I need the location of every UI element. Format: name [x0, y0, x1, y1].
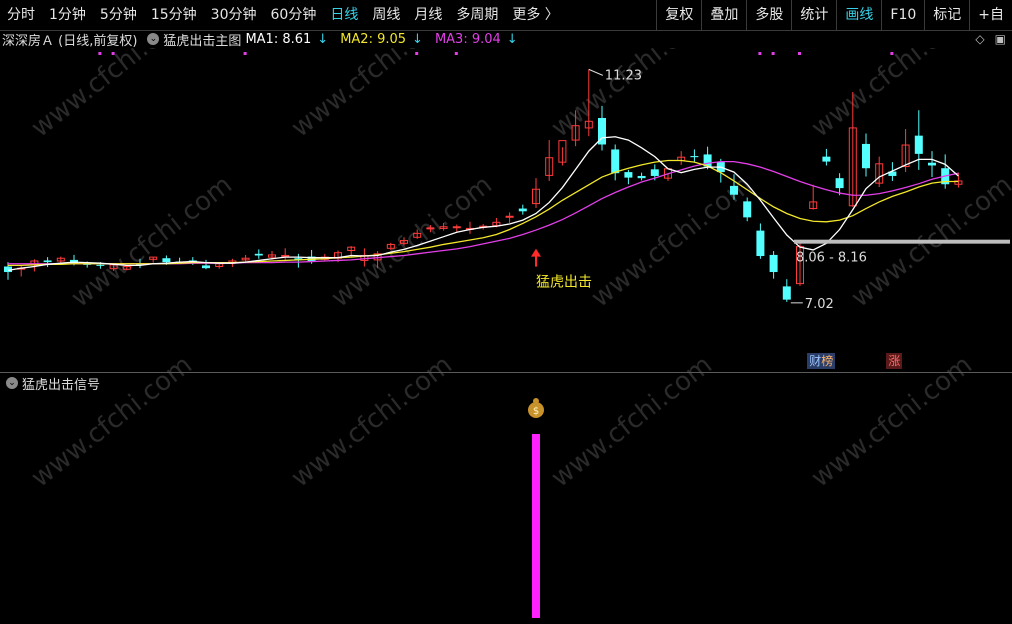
watermark-layer: www.cfchi.com www.cfchi.com www.cfchi.com w… — [26, 48, 1012, 494]
ma3-value: MA3: 9.04 — [434, 31, 501, 47]
signal-bar — [532, 434, 540, 618]
tab-1min[interactable]: 1分钟 — [42, 0, 93, 30]
candle-body-down — [162, 258, 171, 263]
overlay-button[interactable]: 叠加 — [701, 0, 746, 30]
low-price-label: 7.02 — [805, 297, 834, 312]
tab-15min[interactable]: 15分钟 — [144, 0, 204, 30]
right-toolbar: 复权 叠加 多股 统计 画线 F10 标记 +自 — [656, 0, 1012, 30]
top-dot — [415, 52, 419, 55]
candle-body-down — [822, 156, 831, 162]
candle-body-down — [518, 208, 527, 212]
top-dot — [454, 52, 458, 55]
candle-body-down — [624, 172, 633, 178]
candle-body-down — [743, 201, 752, 218]
candle-body-down — [202, 265, 210, 269]
candle-body-down — [43, 260, 52, 263]
ma2-value: MA2: 9.05 — [340, 31, 407, 47]
candle-body-up — [452, 226, 461, 229]
stock-name: 深深房Ａ (日线,前复权) — [2, 33, 138, 49]
statistics-button[interactable]: 统计 — [791, 0, 836, 30]
red-up-arrow-icon — [531, 248, 541, 267]
candle-body-down — [835, 178, 844, 189]
candle-body-down — [650, 169, 659, 176]
candle-body-down — [690, 156, 699, 158]
candle-body-down — [862, 143, 870, 169]
candle-body-down — [782, 286, 791, 300]
adjust-button[interactable]: 复权 — [656, 0, 701, 30]
candle-body-down — [637, 175, 646, 179]
candle-body-down — [611, 149, 620, 174]
candle-body-down — [769, 254, 778, 273]
draw-line-button[interactable]: 画线 — [836, 0, 881, 30]
f10-button[interactable]: F10 — [881, 0, 924, 30]
high-price-label: 11.23 — [605, 68, 642, 83]
watermark-text: www.cfchi.com — [26, 48, 198, 144]
arrow-down-icon: ↓ — [317, 31, 329, 47]
candle-body-down — [756, 230, 765, 257]
watermark-text: www.cfchi.com — [806, 48, 978, 144]
candlestick-chart[interactable]: www.cfchi.com www.cfchi.com www.cfchi.com w… — [0, 48, 1012, 624]
tag-cai-badge[interactable]: 财榜 — [807, 353, 836, 369]
tab-fenshi[interactable]: 分时 — [0, 0, 42, 30]
ma1-value: MA1: 8.61 — [245, 31, 312, 47]
indicator-info-bar: 深深房Ａ (日线,前复权) ⌄ 猛虎出击主图 MA1: 8.61 ↓ MA2: 9… — [0, 30, 1012, 49]
arrow-down-icon: ↓ — [412, 31, 423, 47]
top-toolbar: 分时 1分钟 5分钟 15分钟 30分钟 60分钟 日线 周线 月线 多周期 更… — [0, 0, 1012, 31]
tab-60min[interactable]: 60分钟 — [264, 0, 324, 30]
window-controls: ◇ ▣ — [975, 32, 1006, 46]
tab-monthly[interactable]: 月线 — [407, 0, 449, 30]
top-dot — [758, 52, 762, 55]
range-line — [794, 239, 1010, 244]
top-dot — [798, 52, 801, 55]
candle-body-down — [730, 185, 738, 195]
range-line-layer — [794, 239, 1010, 244]
arrow-head — [531, 248, 541, 257]
top-dot — [771, 52, 775, 55]
tag-zhang-badge[interactable]: 涨 — [886, 353, 903, 369]
range-price-label: 8.06 - 8.16 — [796, 251, 867, 266]
sub-indicator-header: ⌄ 猛虎出击信号 — [0, 372, 1012, 393]
top-dot — [243, 52, 247, 55]
tag-cai: 财 — [809, 354, 822, 368]
tab-daily[interactable]: 日线 — [323, 0, 365, 30]
watermark-text: www.cfchi.com — [326, 170, 498, 314]
multi-stock-button[interactable]: 多股 — [746, 0, 791, 30]
candle-body-down — [254, 253, 263, 256]
dollar-sign: $ — [533, 406, 539, 417]
candle-body-up — [426, 227, 435, 230]
watermark-text: www.cfchi.com — [66, 170, 238, 314]
candle-body-down — [928, 162, 936, 166]
high-pointer — [588, 68, 603, 76]
sub-chart-layer: $ — [528, 398, 544, 618]
tab-multi-period[interactable]: 多周期 — [449, 0, 505, 30]
top-dots-layer — [98, 52, 894, 55]
tab-30min[interactable]: 30分钟 — [204, 0, 264, 30]
mark-button[interactable]: 标记 — [924, 0, 969, 30]
top-dot — [890, 52, 894, 55]
chevron-down-icon[interactable]: ⌄ — [6, 377, 18, 389]
top-dot — [111, 52, 115, 55]
money-bag-knot — [533, 398, 539, 404]
diamond-icon[interactable]: ◇ — [975, 32, 984, 46]
chevron-down-icon[interactable]: ⌄ — [147, 33, 160, 45]
restore-window-icon[interactable]: ▣ — [995, 32, 1006, 46]
candle-body-down — [914, 135, 923, 154]
add-custom-button[interactable]: +自 — [969, 0, 1012, 30]
sub-indicator-title: 猛虎出击信号 — [22, 377, 101, 393]
tag-bang: 榜 — [821, 354, 834, 368]
watermark-text: www.cfchi.com — [286, 48, 458, 144]
main-indicator-name[interactable]: 猛虎出击主图 — [163, 30, 241, 49]
candle-body-down — [96, 264, 105, 266]
candle-body-up — [505, 215, 514, 218]
tab-5min[interactable]: 5分钟 — [93, 0, 144, 30]
signal-label: 猛虎出击 — [536, 275, 592, 291]
period-tabs: 分时 1分钟 5分钟 15分钟 30分钟 60分钟 日线 周线 月线 多周期 更… — [0, 0, 566, 30]
top-dot — [98, 52, 102, 55]
tab-weekly[interactable]: 周线 — [365, 0, 407, 30]
tab-more[interactable]: 更多 〉 — [505, 0, 565, 30]
arrow-down-icon: ↓ — [506, 31, 518, 47]
